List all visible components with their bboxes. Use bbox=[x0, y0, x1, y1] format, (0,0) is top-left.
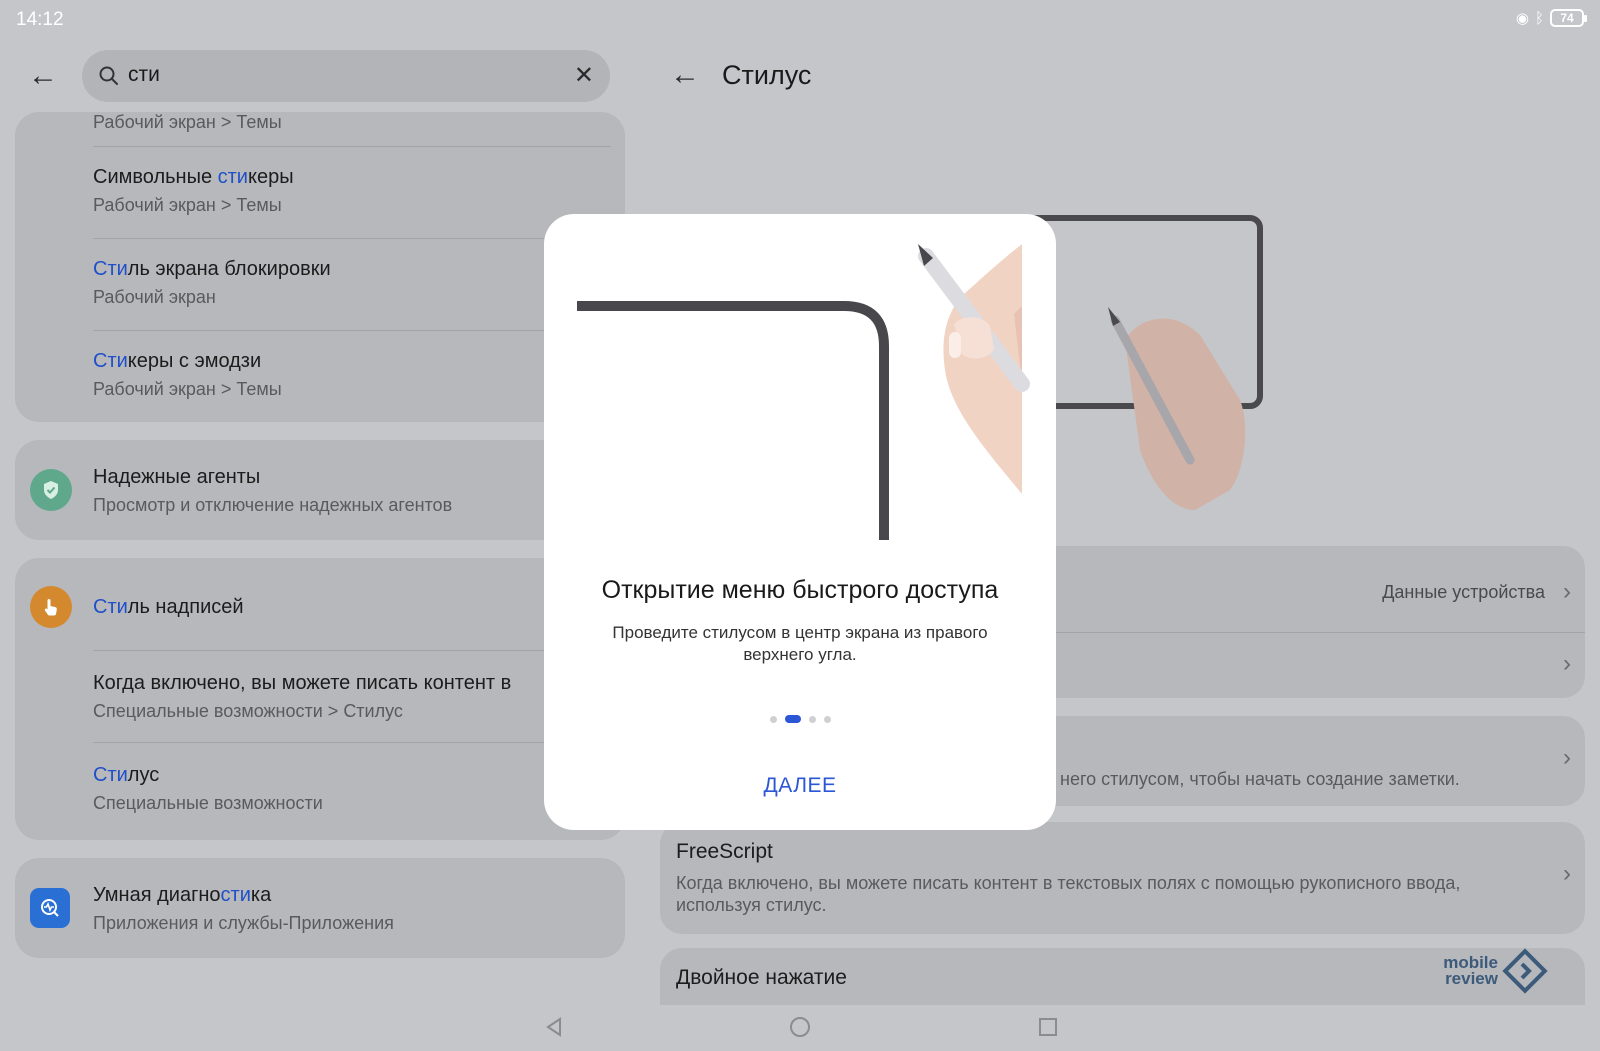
page-dot-active bbox=[784, 715, 801, 723]
watermark-diamond-icon bbox=[1502, 948, 1548, 994]
double-tap-title: Двойное нажатие bbox=[676, 966, 847, 989]
result-lockscreen-style[interactable]: Стиль экрана блокировки Рабочий экран bbox=[93, 258, 603, 308]
nfc-icon: ◉ bbox=[1515, 10, 1529, 27]
status-bar: 14:12 ◉ ᛒ 74 bbox=[0, 0, 1600, 40]
nav-recents-icon[interactable] bbox=[1036, 1015, 1060, 1039]
next-button[interactable]: ДАЛЕЕ bbox=[544, 774, 1056, 798]
item-subtitle: Просмотр и отключение надежных агентов bbox=[93, 495, 453, 515]
item-subtitle: Рабочий экран > Темы bbox=[93, 195, 282, 215]
item-title: Символьные стикеры bbox=[93, 166, 294, 188]
divider bbox=[93, 238, 611, 239]
list-item[interactable]: Рабочий экран > Темы bbox=[93, 112, 603, 133]
status-icons: ◉ ᛒ 74 bbox=[1515, 9, 1587, 27]
divider bbox=[93, 146, 611, 147]
chevron-right-icon[interactable]: › bbox=[1563, 744, 1571, 772]
result-handwriting-style[interactable]: Стиль надписей bbox=[93, 596, 603, 619]
result-symbol-stickers[interactable]: Символьные стикеры Рабочий экран > Темы bbox=[93, 166, 603, 216]
divider bbox=[93, 742, 611, 743]
watermark-logo: mobile review bbox=[1443, 948, 1548, 994]
quick-access-tutorial-dialog: Открытие меню быстрого доступа Проведите… bbox=[544, 214, 1056, 830]
freescript-title: FreeScript bbox=[676, 840, 773, 863]
freescript-card[interactable]: FreeScript Когда включено, вы можете пис… bbox=[660, 822, 1585, 934]
status-time: 14:12 bbox=[16, 9, 64, 30]
item-subtitle: Специальные возможности bbox=[93, 793, 323, 813]
chevron-right-icon[interactable]: › bbox=[1563, 860, 1571, 888]
item-title: Стиль надписей bbox=[93, 596, 244, 618]
search-bar[interactable]: сти ✕ bbox=[82, 50, 610, 102]
back-arrow-icon[interactable]: ← bbox=[670, 58, 700, 92]
nav-back-icon[interactable] bbox=[542, 1015, 566, 1039]
dialog-title: Открытие меню быстрого доступа bbox=[601, 576, 999, 604]
item-title: Стиль экрана блокировки bbox=[93, 258, 331, 280]
result-smart-diagnostics[interactable]: Умная диагностика Приложения и службы-Пр… bbox=[15, 858, 625, 958]
result-handwriting-content[interactable]: Когда включено, вы можете писать контент… bbox=[93, 672, 603, 722]
item-title: Умная диагностика bbox=[93, 884, 272, 906]
divider bbox=[93, 330, 611, 331]
hand-pointer-icon bbox=[30, 586, 72, 628]
battery-icon: 74 bbox=[1550, 9, 1587, 27]
system-nav-bar bbox=[0, 1005, 1600, 1051]
back-arrow-icon[interactable]: ← bbox=[28, 58, 64, 94]
quick-note-subtitle: него стилусом, чтобы начать создание зам… bbox=[1060, 769, 1460, 789]
chevron-right-icon[interactable]: › bbox=[1563, 578, 1571, 606]
page-dot bbox=[769, 715, 777, 723]
result-emoji-stickers[interactable]: Стикеры с эмодзи Рабочий экран > Темы bbox=[93, 350, 603, 400]
page-indicator bbox=[544, 715, 1056, 723]
shield-icon bbox=[30, 469, 72, 511]
dialog-description: Проведите стилусом в центр экрана из пра… bbox=[612, 623, 988, 664]
item-subtitle: Приложения и службы-Приложения bbox=[93, 913, 394, 933]
tutorial-illustration bbox=[577, 244, 1030, 540]
search-input[interactable]: сти bbox=[128, 63, 160, 87]
smart-diagnostics-text: Умная диагностика Приложения и службы-Пр… bbox=[93, 884, 603, 934]
result-stylus[interactable]: Стилус Специальные возможности bbox=[93, 764, 603, 814]
item-title: Стилус bbox=[93, 764, 160, 786]
trusted-agents-text: Надежные агенты Просмотр и отключение на… bbox=[93, 466, 603, 516]
item-subtitle: Рабочий экран bbox=[93, 287, 216, 307]
divider bbox=[93, 650, 611, 651]
page-title: Стилус bbox=[722, 60, 812, 90]
item-subtitle: Рабочий экран > Темы bbox=[93, 379, 282, 399]
results-card-handwriting: Стиль надписей Когда включено, вы можете… bbox=[15, 558, 625, 840]
diagnostics-icon bbox=[30, 888, 70, 928]
result-trusted-agents[interactable]: Надежные агенты Просмотр и отключение на… bbox=[15, 440, 625, 540]
page-dot bbox=[823, 715, 831, 723]
results-card-themes: Рабочий экран > Темы Символьные стикеры … bbox=[15, 112, 625, 422]
freescript-subtitle: Когда включено, вы можете писать контент… bbox=[676, 873, 1461, 915]
watermark-text: mobile review bbox=[1443, 953, 1498, 988]
item-subtitle: Рабочий экран > Темы bbox=[93, 112, 282, 132]
chevron-right-icon[interactable]: › bbox=[1563, 650, 1571, 678]
item-title: Стикеры с эмодзи bbox=[93, 350, 262, 372]
clear-search-icon[interactable]: ✕ bbox=[574, 61, 594, 90]
item-subtitle: Специальные возможности > Стилус bbox=[93, 701, 403, 721]
search-icon bbox=[99, 66, 118, 85]
page-dot bbox=[808, 715, 816, 723]
nav-home-icon[interactable] bbox=[788, 1015, 812, 1039]
device-info-link[interactable]: Данные устройства bbox=[1382, 582, 1545, 603]
item-title: Надежные агенты bbox=[93, 466, 261, 488]
bluetooth-icon: ᛒ bbox=[1534, 9, 1544, 27]
item-title: Когда включено, вы можете писать контент… bbox=[93, 672, 512, 694]
